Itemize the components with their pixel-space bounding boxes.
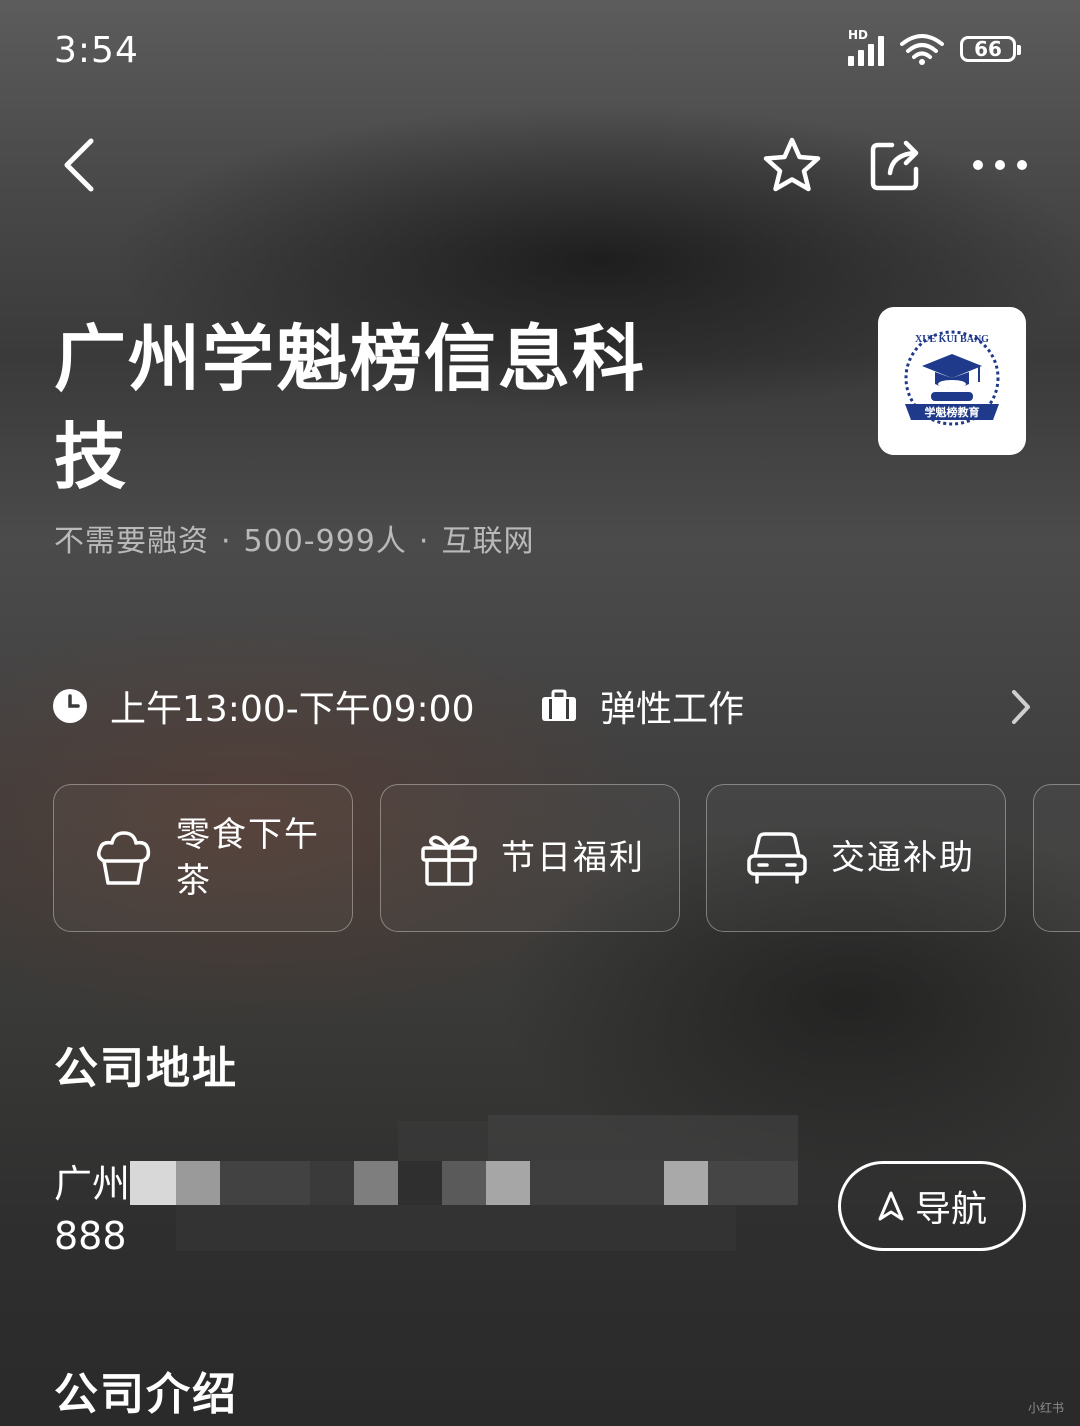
star-icon bbox=[763, 137, 821, 192]
meta-separator: · bbox=[418, 524, 430, 559]
company-meta: 不需要融资 · 500-999人 · 互联网 bbox=[54, 516, 534, 560]
nav-actions bbox=[760, 130, 1032, 200]
gift-icon bbox=[421, 835, 477, 886]
briefcase-icon bbox=[542, 689, 576, 721]
benefit-card[interactable] bbox=[1033, 784, 1080, 932]
battery-icon: 66 bbox=[960, 36, 1021, 62]
benefit-label: 节日福利 bbox=[501, 838, 645, 878]
wifi-icon bbox=[900, 34, 944, 65]
status-time: 3:54 bbox=[54, 30, 139, 71]
work-hours-text: 上午13:00-下午09:00 bbox=[110, 689, 475, 730]
company-name: 广州学魁榜信息科技 bbox=[54, 317, 647, 499]
back-button[interactable] bbox=[48, 130, 108, 200]
clock-icon bbox=[53, 689, 87, 723]
company-address[interactable]: 广州 888 bbox=[54, 1158, 774, 1262]
more-button[interactable] bbox=[968, 130, 1032, 200]
share-button[interactable] bbox=[864, 130, 928, 200]
chevron-right-icon bbox=[1012, 690, 1030, 724]
logo-graduation-cap-icon: XUE KUI BANG 学魁榜教育 bbox=[904, 330, 1000, 426]
benefit-card[interactable]: 零食下午茶 bbox=[53, 784, 353, 932]
address-line: 广州 bbox=[54, 1162, 131, 1206]
top-nav bbox=[0, 120, 1080, 210]
logo-top-text: XUE KUI BANG bbox=[915, 334, 989, 345]
status-bar: 3:54 HD 66 bbox=[0, 0, 1080, 100]
logo-banner-text: 学魁榜教育 bbox=[925, 405, 980, 419]
chevron-left-icon bbox=[64, 138, 94, 192]
address-line: 888 bbox=[54, 1214, 127, 1258]
company-logo: XUE KUI BANG 学魁榜教育 bbox=[878, 307, 1026, 455]
intro-section-title: 公司介绍 bbox=[54, 1369, 238, 1420]
benefit-card[interactable]: 节日福利 bbox=[380, 784, 680, 932]
favorite-button[interactable] bbox=[760, 130, 824, 200]
navigate-button[interactable]: 导航 bbox=[838, 1161, 1026, 1251]
funding-stage: 不需要融资 bbox=[54, 524, 209, 559]
address-section-title: 公司地址 bbox=[54, 1043, 238, 1094]
benefit-label: 交通补助 bbox=[831, 838, 975, 878]
benefit-card[interactable]: 交通补助 bbox=[706, 784, 1006, 932]
share-icon bbox=[870, 140, 919, 191]
benefit-label: 零食下午茶 bbox=[176, 815, 320, 901]
meta-separator: · bbox=[221, 524, 232, 559]
signal-icon: HD bbox=[848, 28, 884, 66]
watermark: 小红书 bbox=[1027, 1401, 1064, 1415]
car-icon bbox=[747, 832, 807, 884]
network-label: HD bbox=[848, 28, 869, 42]
work-type: 弹性工作 bbox=[540, 680, 744, 732]
navigation-arrow-icon bbox=[878, 1191, 904, 1221]
status-icons: HD 66 bbox=[848, 28, 1021, 66]
company-size: 500-999人 bbox=[243, 524, 407, 559]
work-info-row[interactable]: 上午13:00-下午09:00 弹性工作 bbox=[52, 680, 1032, 736]
work-type-text: 弹性工作 bbox=[600, 689, 745, 730]
navigate-label: 导航 bbox=[914, 1189, 987, 1230]
more-horizontal-icon bbox=[973, 160, 1027, 170]
benefits-list[interactable]: 零食下午茶 节日福利 交通补助 bbox=[53, 784, 1080, 934]
cake-icon bbox=[96, 831, 151, 885]
industry: 互联网 bbox=[441, 524, 535, 559]
work-hours: 上午13:00-下午09:00 bbox=[52, 680, 474, 732]
